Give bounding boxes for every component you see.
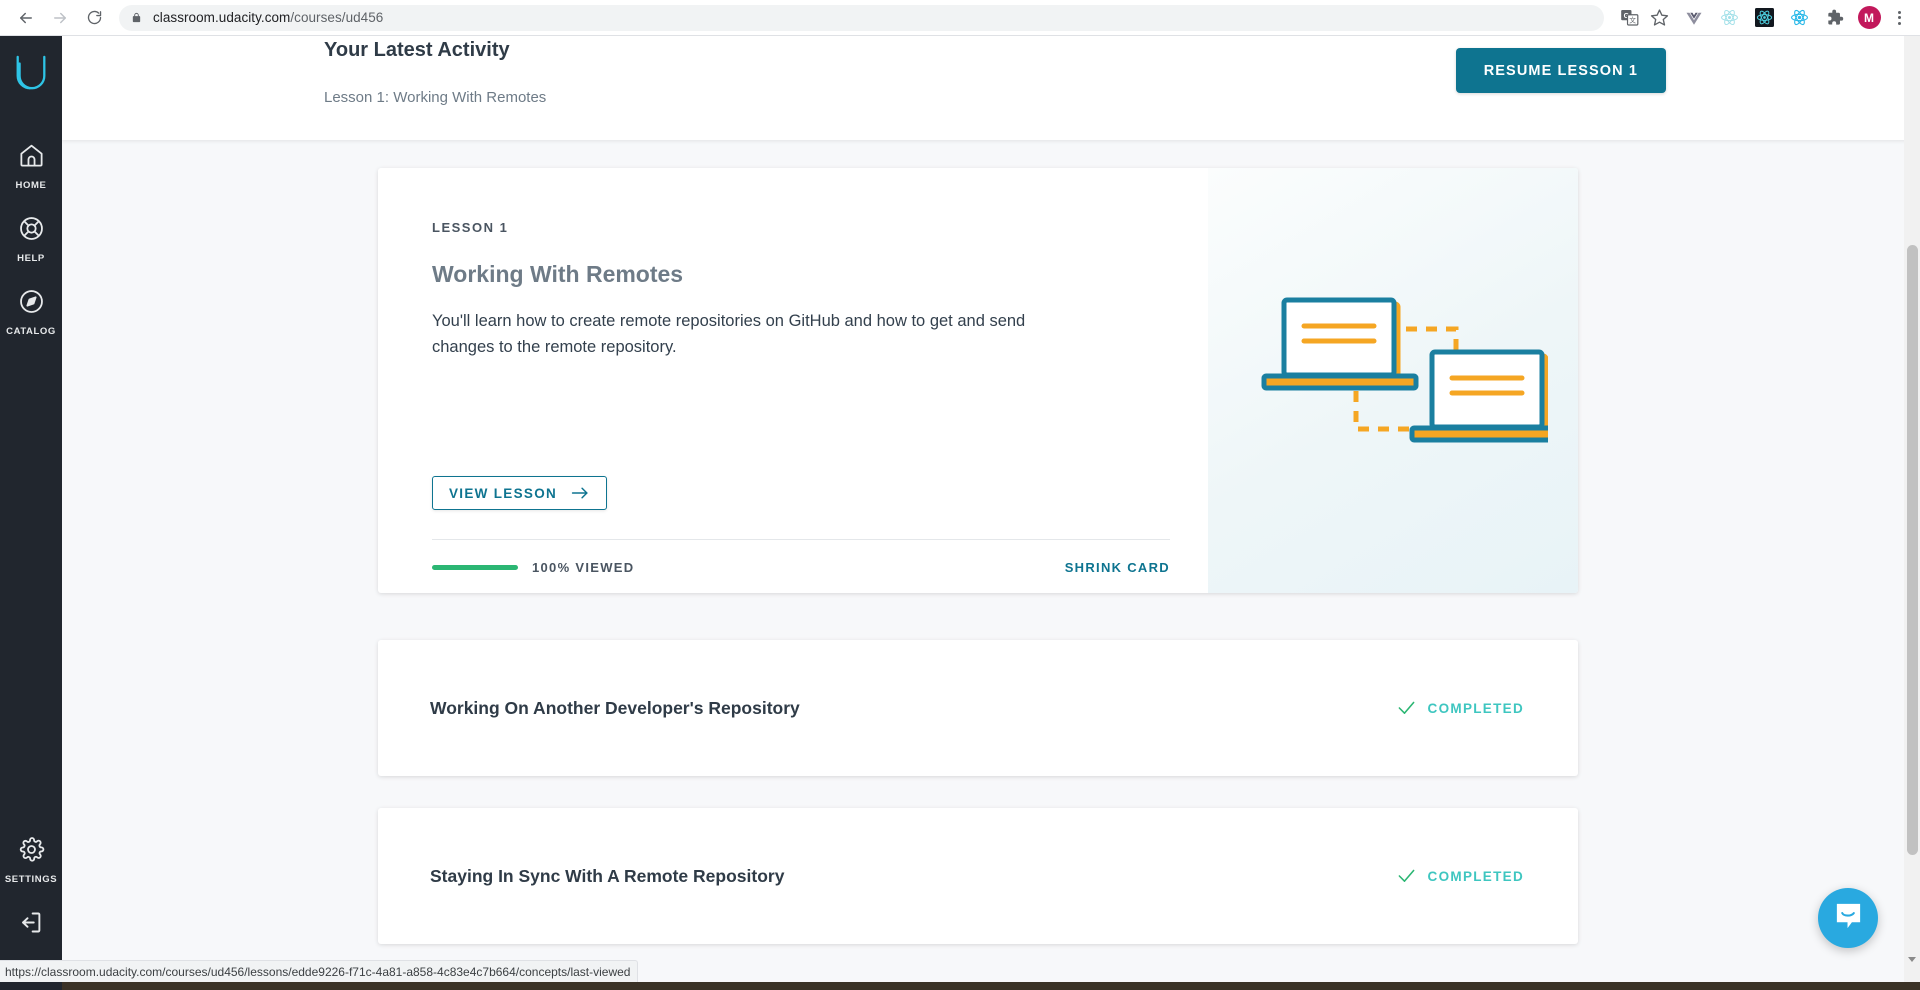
status-label: COMPLETED bbox=[1427, 868, 1524, 884]
scrollbar-down-arrow[interactable] bbox=[1906, 952, 1918, 964]
status-bar-url: https://classroom.udacity.com/courses/ud… bbox=[5, 964, 631, 979]
browser-toolbar: classroom.udacity.com/courses/ud456 G 文 bbox=[0, 0, 1920, 36]
two-laptops-syncing-illustration bbox=[1238, 286, 1567, 476]
react-devtools-blue-icon[interactable] bbox=[1784, 3, 1814, 33]
lesson-list-scroll-area: LESSON 1 Working With Remotes You'll lea… bbox=[62, 140, 1920, 990]
svg-text:文: 文 bbox=[1629, 16, 1636, 25]
react-devtools-light-icon[interactable] bbox=[1714, 3, 1744, 33]
compass-icon bbox=[18, 288, 45, 320]
status-bar: https://classroom.udacity.com/courses/ud… bbox=[0, 960, 639, 982]
page-title: Your Latest Activity bbox=[324, 39, 510, 61]
check-icon bbox=[1397, 868, 1416, 884]
resume-lesson-button[interactable]: RESUME LESSON 1 bbox=[1455, 48, 1666, 93]
os-taskbar bbox=[0, 982, 1920, 990]
sidebar-item-settings[interactable]: SETTINGS bbox=[0, 823, 62, 896]
avatar-initial: M bbox=[1857, 6, 1881, 29]
status-badge: COMPLETED bbox=[1397, 700, 1524, 716]
table-row[interactable]: Staying In Sync With A Remote Repository… bbox=[378, 808, 1578, 944]
vue-devtools-icon[interactable] bbox=[1679, 3, 1709, 33]
gear-icon bbox=[18, 836, 45, 868]
lesson-progress-footer: 100% VIEWED SHRINK CARD bbox=[432, 560, 1170, 575]
lock-icon bbox=[131, 11, 142, 24]
logout-icon bbox=[18, 909, 45, 941]
page-content: Your Latest Activity Lesson 1: Working W… bbox=[62, 36, 1920, 990]
progress-bar bbox=[432, 565, 518, 570]
status-badge: COMPLETED bbox=[1397, 868, 1524, 884]
three-dot-menu-icon[interactable] bbox=[1884, 3, 1914, 33]
lesson-description: You'll learn how to create remote reposi… bbox=[432, 312, 1026, 356]
lesson-number-label: LESSON 1 bbox=[432, 220, 509, 235]
extensions-puzzle-icon[interactable] bbox=[1819, 3, 1849, 33]
sidebar-item-label: CATALOG bbox=[6, 326, 56, 337]
bookmark-star-icon[interactable] bbox=[1644, 3, 1674, 33]
avatar[interactable]: M bbox=[1854, 3, 1884, 33]
back-arrow-icon[interactable] bbox=[9, 1, 43, 35]
lesson-row-title: Staying In Sync With A Remote Repository bbox=[430, 865, 785, 886]
scrollbar-thumb[interactable] bbox=[1907, 245, 1918, 855]
sidebar-item-label: HELP bbox=[17, 253, 45, 264]
forward-arrow-icon[interactable] bbox=[43, 1, 77, 35]
sidebar-item-label: HOME bbox=[15, 180, 47, 191]
sidebar-item-help[interactable]: HELP bbox=[0, 202, 62, 275]
progress-label: 100% VIEWED bbox=[532, 560, 635, 575]
view-lesson-button[interactable]: VIEW LESSON bbox=[432, 476, 608, 510]
home-icon bbox=[18, 142, 45, 174]
card-divider bbox=[432, 539, 1170, 540]
lesson-row-title: Working On Another Developer's Repositor… bbox=[430, 697, 800, 718]
intercom-chat-launcher[interactable] bbox=[1818, 888, 1878, 948]
lesson-title: Working With Remotes bbox=[432, 261, 684, 287]
lifebuoy-icon bbox=[18, 215, 45, 247]
latest-activity-header: Your Latest Activity Lesson 1: Working W… bbox=[62, 36, 1920, 140]
google-translate-icon[interactable]: G 文 bbox=[1614, 3, 1644, 33]
sidebar-item-logout[interactable] bbox=[0, 896, 62, 952]
left-sidebar: HOME HELP CATALOG SETTINGS bbox=[0, 36, 62, 990]
status-label: COMPLETED bbox=[1427, 700, 1524, 716]
taskbar-segment bbox=[0, 982, 62, 990]
address-bar[interactable]: classroom.udacity.com/courses/ud456 bbox=[119, 4, 1604, 31]
react-devtools-dark-icon[interactable] bbox=[1749, 3, 1779, 33]
sidebar-item-catalog[interactable]: CATALOG bbox=[0, 275, 62, 348]
table-row[interactable]: Working On Another Developer's Repositor… bbox=[378, 640, 1578, 776]
sidebar-item-home[interactable]: HOME bbox=[0, 129, 62, 202]
page-subtitle: Lesson 1: Working With Remotes bbox=[324, 89, 547, 106]
chat-bubble-icon bbox=[1833, 900, 1864, 936]
reload-icon[interactable] bbox=[77, 1, 111, 35]
arrow-right-icon bbox=[571, 485, 590, 501]
udacity-logo[interactable] bbox=[12, 52, 50, 99]
view-lesson-label: VIEW LESSON bbox=[449, 485, 558, 501]
address-bar-url: classroom.udacity.com/courses/ud456 bbox=[153, 10, 384, 25]
shrink-card-link[interactable]: SHRINK CARD bbox=[1065, 560, 1170, 575]
browser-actions: G 文 M bbox=[1614, 3, 1914, 33]
check-icon bbox=[1397, 700, 1416, 716]
current-lesson-card: LESSON 1 Working With Remotes You'll lea… bbox=[378, 168, 1578, 593]
sidebar-item-label: SETTINGS bbox=[4, 874, 58, 885]
lesson-card-details: LESSON 1 Working With Remotes You'll lea… bbox=[378, 168, 1208, 593]
lesson-illustration-panel bbox=[1208, 168, 1578, 593]
